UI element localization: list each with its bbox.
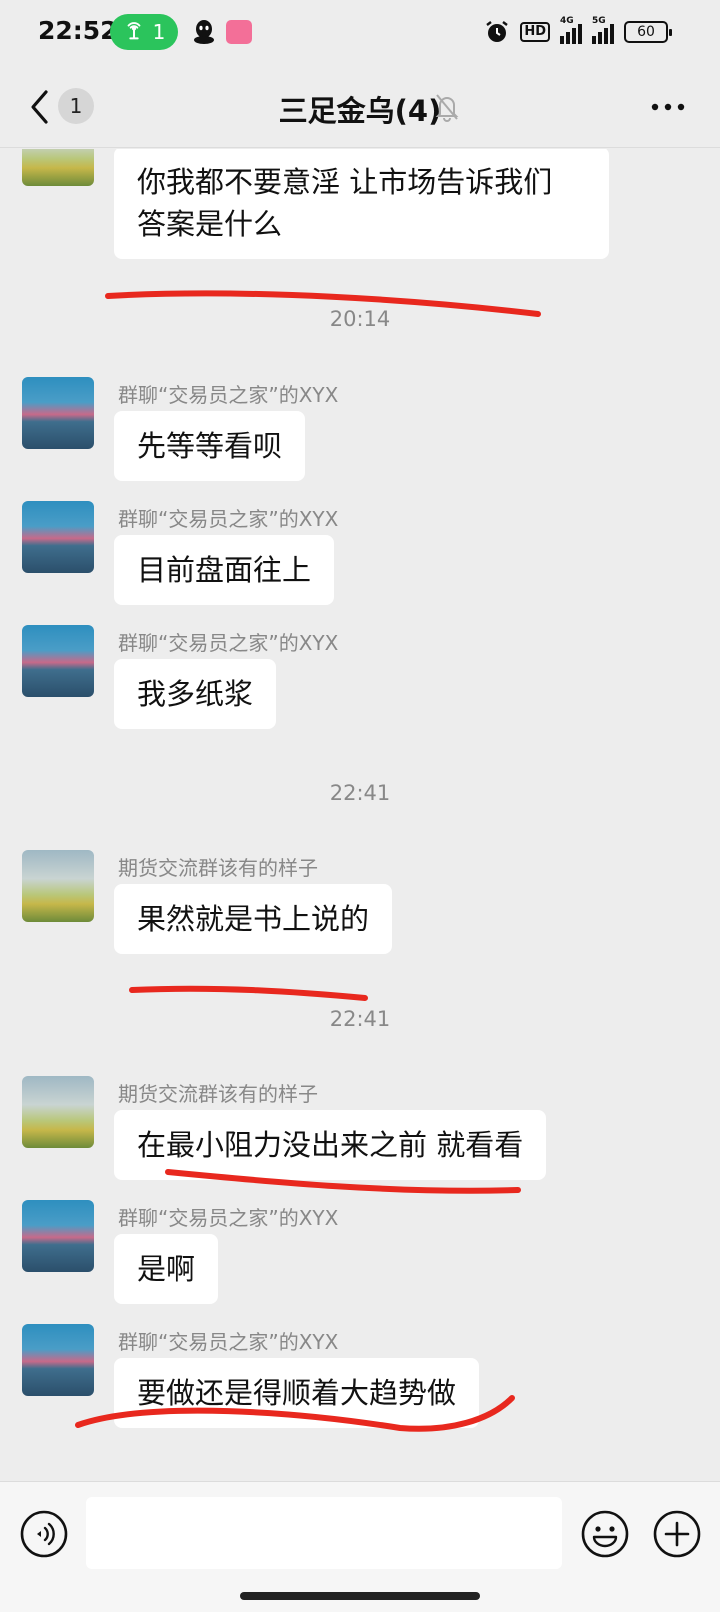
timestamp: 22:41	[329, 781, 391, 805]
battery-icon: 60	[624, 21, 672, 43]
status-bar: 22:52 1 HD 4G 5G 60	[0, 0, 720, 66]
message-bubble[interactable]: 要做还是得顺着大趋势做	[114, 1358, 480, 1428]
qq-icon	[194, 20, 214, 44]
plus-icon[interactable]	[652, 1509, 702, 1559]
emoji-icon[interactable]	[580, 1509, 630, 1559]
more-options-icon[interactable]	[650, 102, 686, 112]
sender-name: 群聊“交易员之家”的XYX	[118, 507, 339, 531]
sender-name: 群聊“交易员之家”的XYX	[118, 1206, 339, 1230]
message-list[interactable]: 你我都不要意淫 让市场告诉我们 答案是什么 20:14 群聊“交易员之家”的XY…	[0, 149, 720, 1481]
message-bubble[interactable]: 是啊	[114, 1234, 219, 1304]
signal-icon-1: 4G	[560, 16, 582, 44]
avatar[interactable]	[22, 625, 94, 697]
status-time: 22:52	[38, 16, 118, 45]
sender-name: 期货交流群该有的样子	[118, 1082, 318, 1106]
message-bubble[interactable]: 我多纸浆	[114, 659, 277, 729]
avatar[interactable]	[22, 501, 94, 573]
status-right-icons: HD 4G 5G 60	[484, 16, 672, 46]
sender-name: 群聊“交易员之家”的XYX	[118, 631, 339, 655]
voice-input-icon[interactable]	[19, 1509, 69, 1559]
timestamp: 20:14	[329, 307, 391, 331]
message-text: 答案是什么	[137, 207, 283, 241]
sender-name: 群聊“交易员之家”的XYX	[118, 1330, 339, 1354]
message-bubble[interactable]: 果然就是书上说的	[114, 884, 393, 954]
home-indicator[interactable]	[240, 1592, 480, 1600]
avatar[interactable]	[22, 377, 94, 449]
network-type-label: 5G	[592, 16, 606, 26]
sender-name: 期货交流群该有的样子	[118, 856, 318, 880]
hotspot-count: 1	[152, 20, 166, 44]
bilibili-icon	[226, 20, 252, 44]
message-text: 你我都不要意淫 让市场告诉我们	[137, 165, 553, 199]
message-input[interactable]	[86, 1497, 562, 1569]
message-bubble[interactable]: 在最小阻力没出来之前 就看看	[114, 1110, 547, 1180]
signal-icon-2: 5G	[592, 16, 614, 44]
hotspot-icon	[127, 22, 141, 40]
hotspot-indicator: 1	[110, 14, 178, 50]
avatar[interactable]	[22, 1324, 94, 1396]
chat-title: 三足金乌(4)	[278, 94, 442, 128]
avatar[interactable]	[22, 1076, 94, 1148]
mute-bell-icon	[435, 94, 459, 122]
alarm-icon	[486, 21, 509, 42]
avatar[interactable]	[22, 149, 94, 186]
sender-name: 群聊“交易员之家”的XYX	[118, 383, 339, 407]
message-bubble[interactable]: 目前盘面往上	[114, 535, 335, 605]
input-bar	[0, 1481, 720, 1612]
hd-voice-icon: HD	[520, 22, 550, 42]
avatar[interactable]	[22, 850, 94, 922]
network-type-label: 4G	[560, 16, 574, 26]
message-bubble[interactable]: 先等等看呗	[114, 411, 306, 481]
message-bubble[interactable]: 你我都不要意淫 让市场告诉我们 答案是什么	[114, 149, 609, 259]
avatar[interactable]	[22, 1200, 94, 1272]
chat-header: 1 三足金乌(4)	[0, 66, 720, 148]
timestamp: 22:41	[329, 1007, 391, 1031]
